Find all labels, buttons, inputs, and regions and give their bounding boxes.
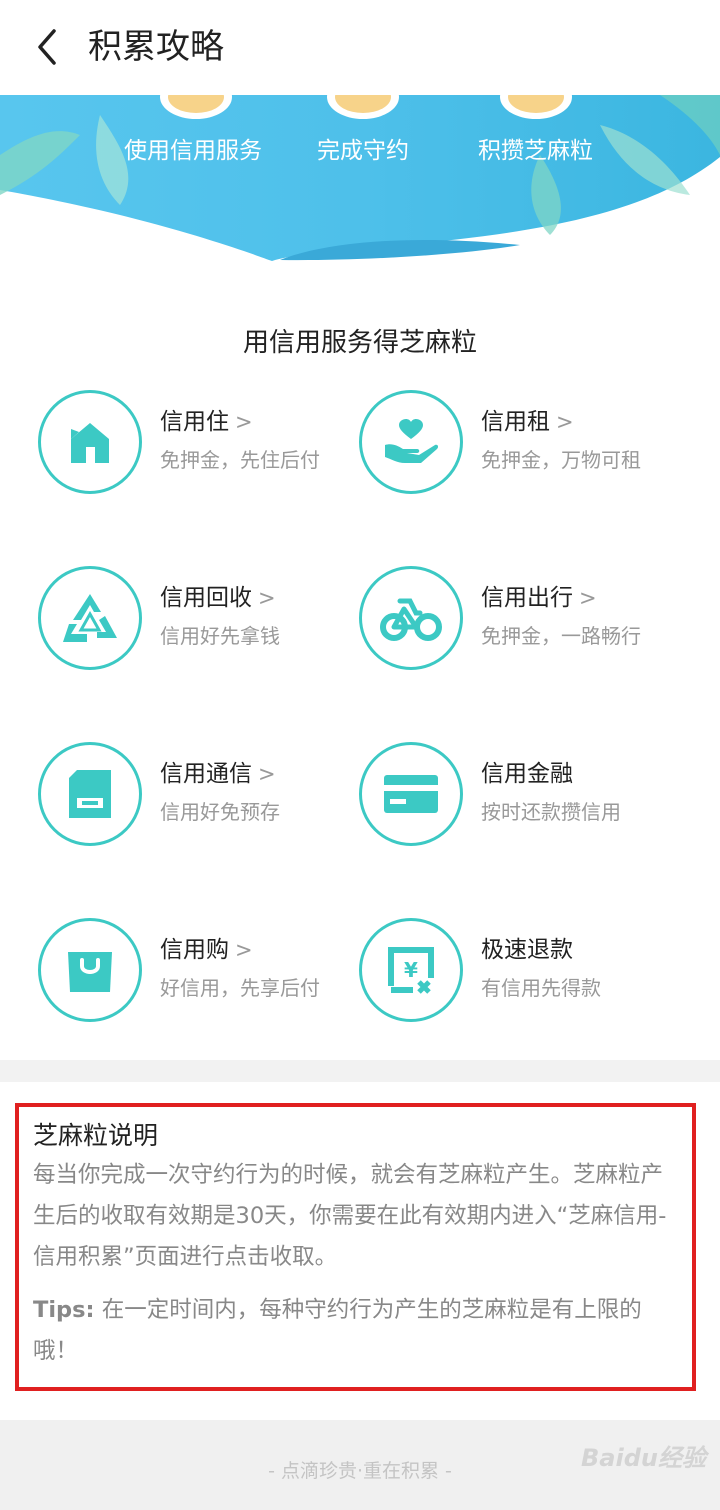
chevron-right-icon: > <box>556 410 574 434</box>
top-bar: 积累攻略 <box>0 0 720 95</box>
services-title: 用信用服务得芝麻粒 <box>242 328 477 358</box>
service-desc: 有信用先得款 <box>481 976 601 1000</box>
shopping-bag-icon <box>68 952 112 992</box>
watermark: Baidu经验 <box>581 1444 706 1472</box>
service-icon-circle <box>38 566 142 670</box>
chevron-left-icon <box>38 29 56 65</box>
service-icon-circle <box>38 390 142 494</box>
svg-text:¥: ¥ <box>404 958 418 982</box>
service-credit-stay[interactable]: 信用住 > 免押金，先住后付 <box>38 390 358 500</box>
chevron-right-icon: > <box>235 410 253 434</box>
explanation-box: 芝麻粒说明 每当你完成一次守约行为的时候，就会有芝麻粒产生。芝麻粒产生后的收取有… <box>15 1103 696 1391</box>
service-desc: 免押金，一路畅行 <box>481 624 641 648</box>
footer: - 点滴珍贵·重在积累 - Baidu经验 <box>0 1420 720 1510</box>
service-name: 信用租 <box>481 409 550 435</box>
service-credit-recycle[interactable]: 信用回收 > 信用好先拿钱 <box>38 566 358 676</box>
service-name: 极速退款 <box>481 937 573 963</box>
chevron-right-icon: > <box>579 586 597 610</box>
service-name: 信用通信 <box>160 761 252 787</box>
step-use-credit: 使用信用服务 <box>124 138 262 164</box>
tips-label: Tips: <box>33 1297 95 1323</box>
chevron-right-icon: > <box>258 586 276 610</box>
service-credit-telecom[interactable]: 信用通信 > 信用好免预存 <box>38 742 358 852</box>
service-icon-circle <box>359 566 463 670</box>
chevron-right-icon: > <box>258 762 276 786</box>
section-divider <box>0 1060 720 1082</box>
service-icon-circle: ¥ <box>359 918 463 1022</box>
tips-paragraph: Tips: 在一定时间内，每种守约行为产生的芝麻粒是有上限的哦！ <box>33 1290 678 1372</box>
service-desc: 信用好先拿钱 <box>160 624 280 648</box>
step-collect-grains: 积攒芝麻粒 <box>478 138 593 164</box>
service-name: 信用金融 <box>481 761 573 787</box>
explanation-body: 每当你完成一次守约行为的时候，就会有芝麻粒产生。芝麻粒产生后的收取有效期是30天… <box>33 1162 667 1270</box>
service-name: 信用回收 <box>160 585 252 611</box>
house-icon <box>71 423 109 463</box>
service-credit-travel[interactable]: 信用出行 > 免押金，一路畅行 <box>359 566 679 676</box>
service-fast-refund[interactable]: ¥ 极速退款 有信用先得款 <box>359 918 679 1028</box>
refund-icon: ¥ <box>388 947 434 994</box>
sim-card-icon <box>69 770 111 818</box>
service-name: 信用出行 <box>481 585 573 611</box>
service-icon-circle <box>38 742 142 846</box>
service-credit-finance[interactable]: 信用金融 按时还款攒信用 <box>359 742 679 852</box>
service-desc: 信用好免预存 <box>160 800 280 824</box>
service-desc: 按时还款攒信用 <box>481 800 621 824</box>
chevron-right-icon: > <box>235 938 253 962</box>
bicycle-icon <box>380 598 442 641</box>
explanation-title: 芝麻粒说明 <box>33 1121 159 1150</box>
heart-hand-icon <box>385 419 439 463</box>
service-desc: 好信用，先享后付 <box>160 976 320 1000</box>
service-credit-shopping[interactable]: 信用购 > 好信用，先享后付 <box>38 918 358 1028</box>
step-keep-promise: 完成守约 <box>317 138 409 164</box>
service-desc: 免押金，万物可租 <box>481 448 641 472</box>
service-icon-circle <box>359 390 463 494</box>
tips-text: 在一定时间内，每种守约行为产生的芝麻粒是有上限的哦！ <box>33 1297 642 1364</box>
back-button[interactable] <box>22 22 72 72</box>
service-credit-rent[interactable]: 信用租 > 免押金，万物可租 <box>359 390 679 500</box>
banner-background <box>0 95 720 270</box>
service-name: 信用购 <box>160 937 229 963</box>
service-desc: 免押金，先住后付 <box>160 448 320 472</box>
page-title: 积累攻略 <box>88 27 224 67</box>
service-name: 信用住 <box>160 409 229 435</box>
service-icon-circle <box>38 918 142 1022</box>
credit-card-icon <box>384 775 438 813</box>
recycle-icon <box>63 594 117 642</box>
service-icon-circle <box>359 742 463 846</box>
steps-banner: 使用信用服务 完成守约 积攒芝麻粒 <box>0 95 720 270</box>
